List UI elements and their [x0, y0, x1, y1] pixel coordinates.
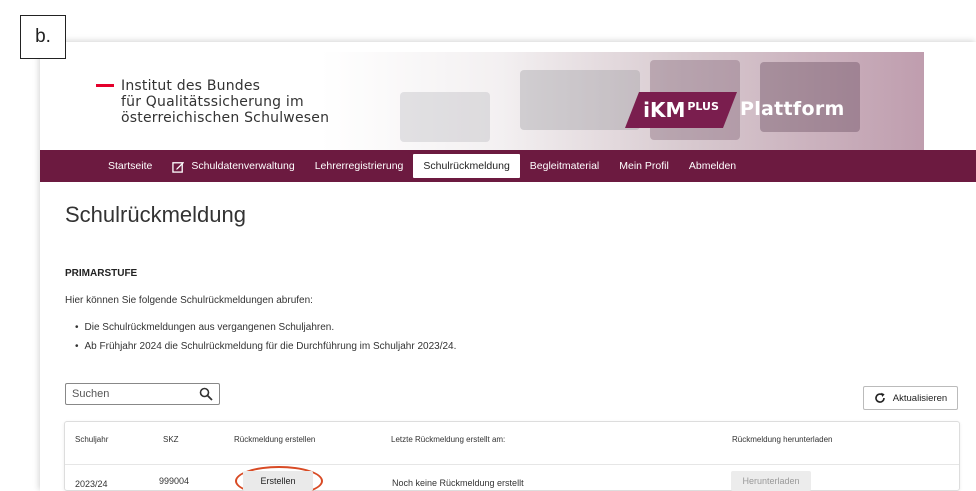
cell-last-created: Noch keine Rückmeldung erstellt — [392, 478, 524, 488]
nav-item-startseite[interactable]: Startseite — [98, 154, 162, 178]
nav-item-schulrueckmeldung[interactable]: Schulrückmeldung — [413, 154, 520, 178]
panel-label: b. — [20, 15, 66, 59]
cell-skz: 999004 — [159, 476, 190, 486]
nav-item-lehrerregistrierung[interactable]: Lehrerregistrierung — [305, 154, 414, 178]
nav-label: Lehrerregistrierung — [314, 160, 404, 172]
create-button-label: Erstellen — [260, 476, 296, 486]
search-input[interactable]: Suchen — [65, 383, 220, 405]
column-header: Schuljahr — [75, 435, 109, 444]
intro-text: Hier können Sie folgende Schulrückmeldun… — [65, 295, 313, 306]
refresh-button[interactable]: Aktualisieren — [863, 386, 958, 410]
ikm-plus-logo: iKM PLUS — [625, 92, 737, 128]
download-button[interactable]: Herunterladen — [731, 471, 811, 491]
nav-item-mein-profil[interactable]: Mein Profil — [609, 154, 679, 178]
bullet-list: Die Schulrückmeldungen aus vergangenen S… — [75, 322, 457, 360]
austria-flag-icon — [96, 84, 114, 126]
brand-plattform: Plattform — [740, 98, 845, 120]
cell-schuljahr: 2023/24 — [75, 479, 108, 489]
brand-sup: PLUS — [687, 99, 719, 113]
refresh-label: Aktualisieren — [892, 392, 948, 404]
create-button[interactable]: Erstellen — [243, 471, 313, 491]
main-navigation: Startseite Schuldatenverwaltung Lehrerre… — [40, 150, 976, 182]
nav-label: Mein Profil — [619, 160, 669, 172]
column-header: Rückmeldung herunterladen — [732, 435, 833, 444]
nav-label: Startseite — [108, 160, 153, 172]
logo-line-2: für Qualitätssicherung im — [121, 94, 304, 110]
results-table: Schuljahr SKZ Rückmeldung erstellen Letz… — [64, 421, 960, 491]
nav-label: Schulrückmeldung — [423, 160, 510, 172]
site-header: Institut des Bundes für Qualitätssicheru… — [40, 52, 976, 150]
column-header: Rückmeldung erstellen — [234, 435, 316, 444]
search-icon[interactable] — [199, 387, 213, 401]
nav-label: Abmelden — [688, 160, 737, 172]
column-header: SKZ — [163, 435, 179, 444]
nav-label: Schuldatenverwaltung — [191, 160, 295, 172]
list-item: Ab Frühjahr 2024 die Schulrückmeldung fü… — [75, 341, 457, 352]
edit-icon — [172, 161, 185, 173]
nav-label: Begleitmaterial — [529, 160, 600, 172]
logo-line-1: Institut des Bundes — [121, 78, 261, 94]
column-header: Letzte Rückmeldung erstellt am: — [391, 435, 506, 444]
download-button-label: Herunterladen — [742, 476, 800, 486]
search-placeholder: Suchen — [72, 388, 110, 400]
page-title: Schulrückmeldung — [65, 202, 246, 227]
section-title: PRIMARSTUFE — [65, 268, 138, 279]
table-row: 2023/24 999004 Erstellen Noch keine Rück… — [65, 464, 959, 491]
page-frame: Institut des Bundes für Qualitätssicheru… — [40, 42, 976, 491]
bifie-logo[interactable]: Institut des Bundes für Qualitätssicheru… — [96, 78, 329, 126]
nav-item-schuldatenverwaltung[interactable]: Schuldatenverwaltung — [162, 154, 304, 178]
brand-main: iKM — [643, 98, 686, 122]
logo-line-3: österreichischen Schulwesen — [121, 110, 330, 126]
nav-item-abmelden[interactable]: Abmelden — [679, 154, 746, 178]
nav-item-begleitmaterial[interactable]: Begleitmaterial — [520, 154, 609, 178]
list-item: Die Schulrückmeldungen aus vergangenen S… — [75, 322, 456, 333]
refresh-icon — [875, 392, 885, 403]
